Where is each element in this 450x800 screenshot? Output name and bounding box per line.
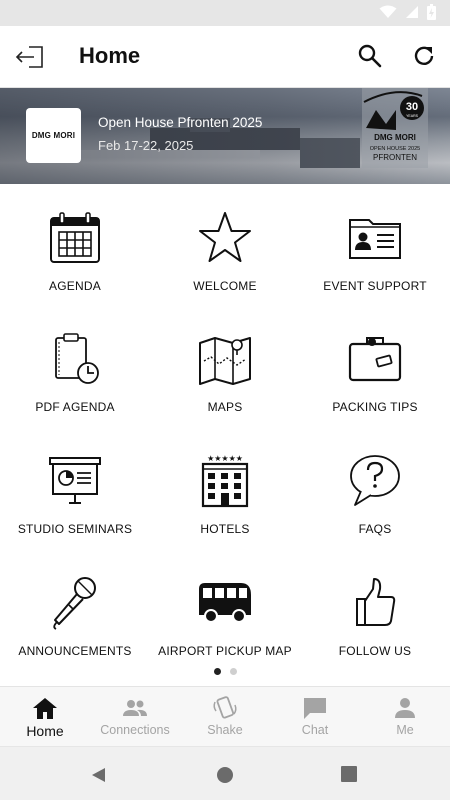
page-title: Home bbox=[79, 43, 141, 68]
nav-label: Shake bbox=[207, 723, 243, 737]
tile-label: WELCOME bbox=[193, 279, 257, 293]
tile-maps[interactable]: MAPS bbox=[150, 305, 300, 425]
recents-icon[interactable] bbox=[341, 766, 357, 782]
nav-me[interactable]: Me bbox=[360, 687, 450, 746]
microphone-icon bbox=[53, 577, 96, 630]
star-icon bbox=[199, 212, 251, 262]
svg-text:YEARS: YEARS bbox=[406, 114, 419, 118]
clipboard-clock-icon bbox=[55, 333, 99, 384]
tile-label: PDF AGENDA bbox=[35, 400, 115, 414]
map-icon bbox=[199, 337, 251, 385]
exit-icon[interactable] bbox=[14, 41, 46, 73]
people-icon bbox=[123, 700, 147, 716]
question-bubble-icon bbox=[350, 455, 400, 506]
tile-agenda[interactable]: AGENDA bbox=[0, 184, 150, 304]
back-icon[interactable] bbox=[90, 766, 108, 784]
nav-label: Connections bbox=[100, 723, 170, 737]
tile-label: AIRPORT PICKUP MAP bbox=[158, 644, 292, 658]
svg-text:30: 30 bbox=[406, 101, 418, 113]
app-bar: Home bbox=[0, 26, 450, 88]
home-button-icon[interactable] bbox=[216, 766, 234, 784]
tile-announcements[interactable]: ANNOUNCEMENTS bbox=[0, 549, 150, 669]
tile-studio-seminars[interactable]: STUDIO SEMINARS bbox=[0, 427, 150, 547]
tile-hotels[interactable]: ★★★★★ HOTELS bbox=[150, 427, 300, 547]
tile-label: MAPS bbox=[207, 400, 243, 414]
status-bar bbox=[0, 0, 450, 26]
nav-label: Me bbox=[396, 723, 414, 737]
nav-shake[interactable]: Shake bbox=[180, 687, 270, 746]
nav-home[interactable]: Home bbox=[0, 687, 90, 746]
tile-label: FOLLOW US bbox=[338, 644, 412, 658]
event-dates: Feb 17-22, 2025 bbox=[98, 138, 194, 153]
system-nav-bar bbox=[0, 746, 450, 800]
tile-label: PACKING TIPS bbox=[332, 400, 418, 414]
bottom-nav: Home Connections Shake Chat Me bbox=[0, 686, 450, 746]
tile-airport-pickup-map[interactable]: AIRPORT PICKUP MAP bbox=[150, 549, 300, 669]
anniversary-logo: 30 YEARS DMG MORI OPEN HOUSE 2025 PFRONT… bbox=[362, 88, 428, 168]
tile-label: HOTELS bbox=[200, 522, 250, 536]
event-title: Open House Pfronten 2025 bbox=[98, 115, 263, 130]
id-card-icon bbox=[349, 219, 401, 259]
tile-pdf-agenda[interactable]: PDF AGENDA bbox=[0, 305, 150, 425]
thumbs-up-icon bbox=[356, 578, 396, 626]
nav-label: Chat bbox=[301, 723, 329, 737]
dmg-mori-logo: DMG MORI bbox=[26, 108, 81, 163]
chat-icon bbox=[304, 698, 326, 719]
tile-welcome[interactable]: WELCOME bbox=[150, 184, 300, 304]
tile-faqs[interactable]: FAQS bbox=[300, 427, 450, 547]
page-indicator[interactable] bbox=[0, 668, 450, 675]
event-banner[interactable]: DMG MORI Open House Pfronten 2025 Feb 17… bbox=[0, 88, 450, 184]
bus-icon bbox=[199, 583, 251, 623]
search-icon[interactable] bbox=[357, 43, 383, 69]
hotel-icon: ★★★★★ bbox=[201, 454, 249, 508]
nav-connections[interactable]: Connections bbox=[90, 687, 180, 746]
person-icon bbox=[395, 698, 415, 718]
tile-label: FAQS bbox=[358, 522, 392, 536]
tile-label: ANNOUNCEMENTS bbox=[18, 644, 132, 658]
svg-text:DMG MORI: DMG MORI bbox=[374, 133, 416, 142]
presentation-icon bbox=[49, 457, 101, 504]
feature-grid: AGENDA WELCOME EVENT SUPPORT PDF AGENDA bbox=[0, 184, 450, 664]
tile-follow-us[interactable]: FOLLOW US bbox=[300, 549, 450, 669]
svg-text:PFRONTEN: PFRONTEN bbox=[373, 153, 417, 162]
wifi-icon bbox=[379, 5, 397, 18]
page-dot-2[interactable] bbox=[229, 668, 237, 675]
signal-icon bbox=[406, 6, 418, 18]
suitcase-icon bbox=[348, 337, 402, 382]
nav-chat[interactable]: Chat bbox=[270, 687, 360, 746]
refresh-icon[interactable] bbox=[411, 43, 437, 69]
nav-label: Home bbox=[26, 723, 64, 739]
shake-phone-icon bbox=[213, 696, 237, 719]
page-dot-1[interactable] bbox=[213, 668, 221, 675]
svg-text:★★★★★: ★★★★★ bbox=[207, 454, 243, 463]
battery-icon bbox=[427, 4, 436, 20]
tile-label: AGENDA bbox=[49, 279, 101, 293]
tile-label: EVENT SUPPORT bbox=[323, 279, 427, 293]
tile-packing-tips[interactable]: PACKING TIPS bbox=[300, 305, 450, 425]
svg-text:OPEN HOUSE 2025: OPEN HOUSE 2025 bbox=[370, 146, 420, 152]
tile-event-support[interactable]: EVENT SUPPORT bbox=[300, 184, 450, 304]
calendar-icon bbox=[50, 212, 100, 263]
logo-text: DMG MORI bbox=[31, 131, 76, 140]
tile-label: STUDIO SEMINARS bbox=[17, 522, 133, 536]
home-icon bbox=[33, 698, 57, 719]
